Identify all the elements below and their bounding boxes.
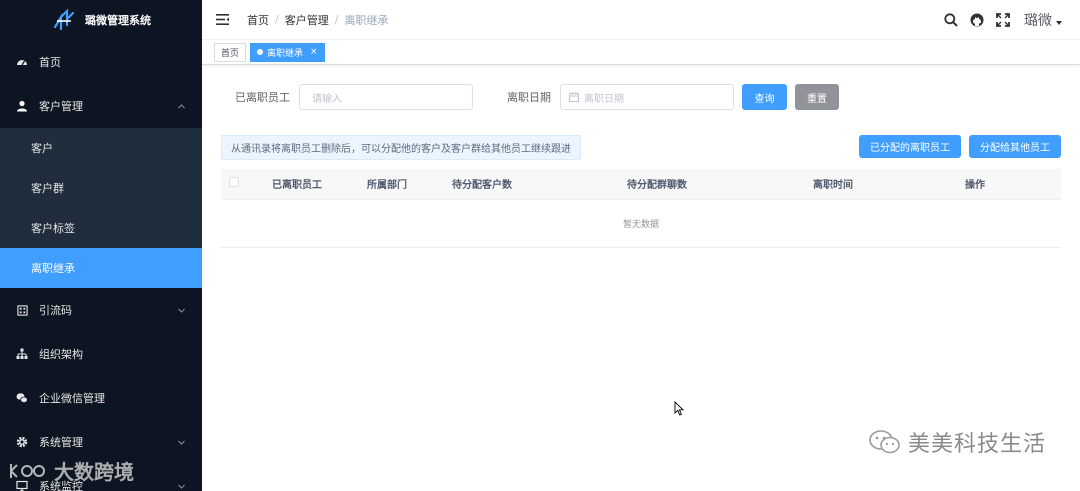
tag-label: 首页	[221, 48, 240, 59]
chevron-down-icon	[178, 308, 185, 313]
sidebar-item-drainage-code[interactable]: 引流码	[0, 288, 202, 332]
user-icon	[16, 100, 28, 112]
user-menu[interactable]: 璐微	[1024, 10, 1062, 30]
tip-row: 从通讯录将离职员工删除后，可以分配他的客户及客户群给其他员工继续跟进 已分配的离…	[221, 135, 1061, 160]
column-header: 待分配客户数	[427, 169, 537, 200]
sidebar-item-label: 离职继承	[31, 262, 75, 275]
column-header: 已离职员工	[247, 169, 347, 200]
sidebar-item-customer-group[interactable]: 客户群	[0, 168, 202, 208]
chevron-down-icon	[178, 440, 185, 445]
tag-label: 离职继承	[267, 48, 304, 59]
github-icon[interactable]	[970, 13, 984, 27]
breadcrumb-separator: /	[334, 13, 339, 26]
query-button[interactable]: 查询	[742, 84, 787, 110]
calendar-icon	[569, 92, 579, 102]
hamburger-icon[interactable]	[216, 14, 229, 25]
sidebar-item-label: 系统管理	[39, 436, 83, 449]
sidebar-item-home[interactable]: 首页	[0, 40, 202, 84]
sidebar-item-wecom-management[interactable]: 企业微信管理	[0, 376, 202, 420]
search-icon[interactable]	[944, 13, 958, 27]
sidebar-item-label: 引流码	[39, 304, 72, 317]
column-header: 待分配群聊数	[537, 169, 777, 200]
dashboard-icon	[16, 56, 28, 68]
date-placeholder: 离职日期	[584, 93, 624, 105]
reset-button[interactable]: 重置	[795, 84, 839, 110]
date-picker[interactable]: 离职日期	[560, 84, 734, 110]
sidebar-item-label: 企业微信管理	[39, 392, 105, 405]
date-label: 离职日期	[507, 91, 551, 104]
sidebar-item-label: 客户标签	[31, 222, 75, 235]
breadcrumb-current: 离职继承	[344, 13, 389, 27]
sidebar-item-resigned-inheritance[interactable]: 离职继承	[0, 248, 202, 288]
employee-input-placeholder: 请输入	[312, 93, 342, 105]
brand-logo-icon	[10, 463, 45, 478]
table-empty-row: 暂无数据	[221, 199, 1061, 248]
empty-text: 暂无数据	[221, 199, 1061, 248]
gear-icon	[16, 436, 28, 448]
sidebar-item-label: 首页	[39, 56, 61, 69]
tag-home[interactable]: 首页	[214, 42, 247, 62]
sidebar-item-organization[interactable]: 组织架构	[0, 332, 202, 376]
page-content: 已离职员工 请输入 离职日期 离职日期 查询 重置 从通讯录将离职员工删除后，可…	[202, 84, 1080, 248]
breadcrumb-separator: /	[275, 13, 279, 26]
wechat-icon	[16, 392, 28, 404]
resigned-table: 已离职员工 所属部门 待分配客户数 待分配群聊数 离职时间 操作 暂无数据	[221, 169, 1061, 248]
breadcrumb: 首页 / 客户管理 / 离职继承	[247, 12, 388, 28]
brand-watermark: 大数跨境	[8, 456, 134, 485]
sidebar-item-label: 组织架构	[39, 348, 83, 361]
active-dot-icon	[257, 49, 264, 55]
table-header-row: 已离职员工 所属部门 待分配客户数 待分配群聊数 离职时间 操作	[221, 169, 1061, 200]
logo-icon	[53, 8, 75, 31]
app-root: 璐微管理系统 首页 客户管理 客户 客户群 客户标签 离职继承 引流码 组织架构…	[0, 0, 1080, 491]
column-header: 所属部门	[347, 169, 427, 200]
caret-down-icon	[1056, 21, 1062, 25]
select-all-checkbox[interactable]	[229, 177, 239, 188]
navbar-right: 璐微	[944, 0, 1062, 40]
wechat-watermark-icon	[869, 430, 900, 454]
sidebar-logo[interactable]: 璐微管理系统	[0, 0, 202, 40]
wechat-watermark: 美美科技生活	[868, 426, 1046, 458]
qrcode-icon	[16, 304, 28, 316]
breadcrumb-customer-management[interactable]: 客户管理	[285, 12, 329, 28]
employee-label: 已离职员工	[235, 91, 290, 104]
select-all-cell	[221, 169, 247, 200]
assigned-resigned-button[interactable]: 已分配的离职员工	[859, 135, 961, 158]
sidebar: 璐微管理系统 首页 客户管理 客户 客户群 客户标签 离职继承 引流码 组织架构…	[0, 0, 202, 491]
fullscreen-icon[interactable]	[996, 13, 1010, 27]
sidebar-item-customer-management[interactable]: 客户管理	[0, 84, 202, 128]
tree-icon	[16, 348, 28, 360]
column-header: 操作	[889, 169, 1061, 200]
tags-view: 首页 离职继承 ×	[202, 40, 1080, 65]
sidebar-item-label: 客户管理	[39, 100, 83, 113]
assign-to-others-button[interactable]: 分配给其他员工	[969, 135, 1061, 158]
customer-submenu: 客户 客户群 客户标签 离职继承	[0, 128, 202, 288]
tip-message: 从通讯录将离职员工删除后，可以分配他的客户及客户群给其他员工继续跟进	[221, 135, 581, 160]
brand-watermark-text: 大数跨境	[54, 460, 134, 484]
user-name: 璐微	[1024, 13, 1052, 29]
search-form: 已离职员工 请输入 离职日期 离职日期 查询 重置	[221, 84, 1061, 110]
sidebar-item-label: 客户	[31, 142, 53, 155]
sidebar-item-customer-tags[interactable]: 客户标签	[0, 208, 202, 248]
app-title: 璐微管理系统	[85, 14, 151, 27]
chevron-down-icon	[178, 484, 185, 489]
mouse-cursor-icon	[674, 401, 684, 416]
chevron-up-icon	[178, 104, 185, 109]
sidebar-item-customer[interactable]: 客户	[0, 128, 202, 168]
breadcrumb-home[interactable]: 首页	[247, 12, 269, 28]
wechat-watermark-text: 美美科技生活	[907, 432, 1046, 457]
tag-resigned-inheritance[interactable]: 离职继承 ×	[250, 42, 325, 62]
main-area: 首页 / 客户管理 / 离职继承 璐微 首页 离职继承 × 已离职员工 请输入 …	[202, 0, 1080, 491]
employee-input[interactable]: 请输入	[299, 84, 473, 110]
sidebar-item-label: 客户群	[31, 182, 64, 195]
navbar: 首页 / 客户管理 / 离职继承 璐微	[202, 0, 1080, 40]
close-icon[interactable]: ×	[310, 47, 318, 57]
column-header: 离职时间	[777, 169, 889, 200]
